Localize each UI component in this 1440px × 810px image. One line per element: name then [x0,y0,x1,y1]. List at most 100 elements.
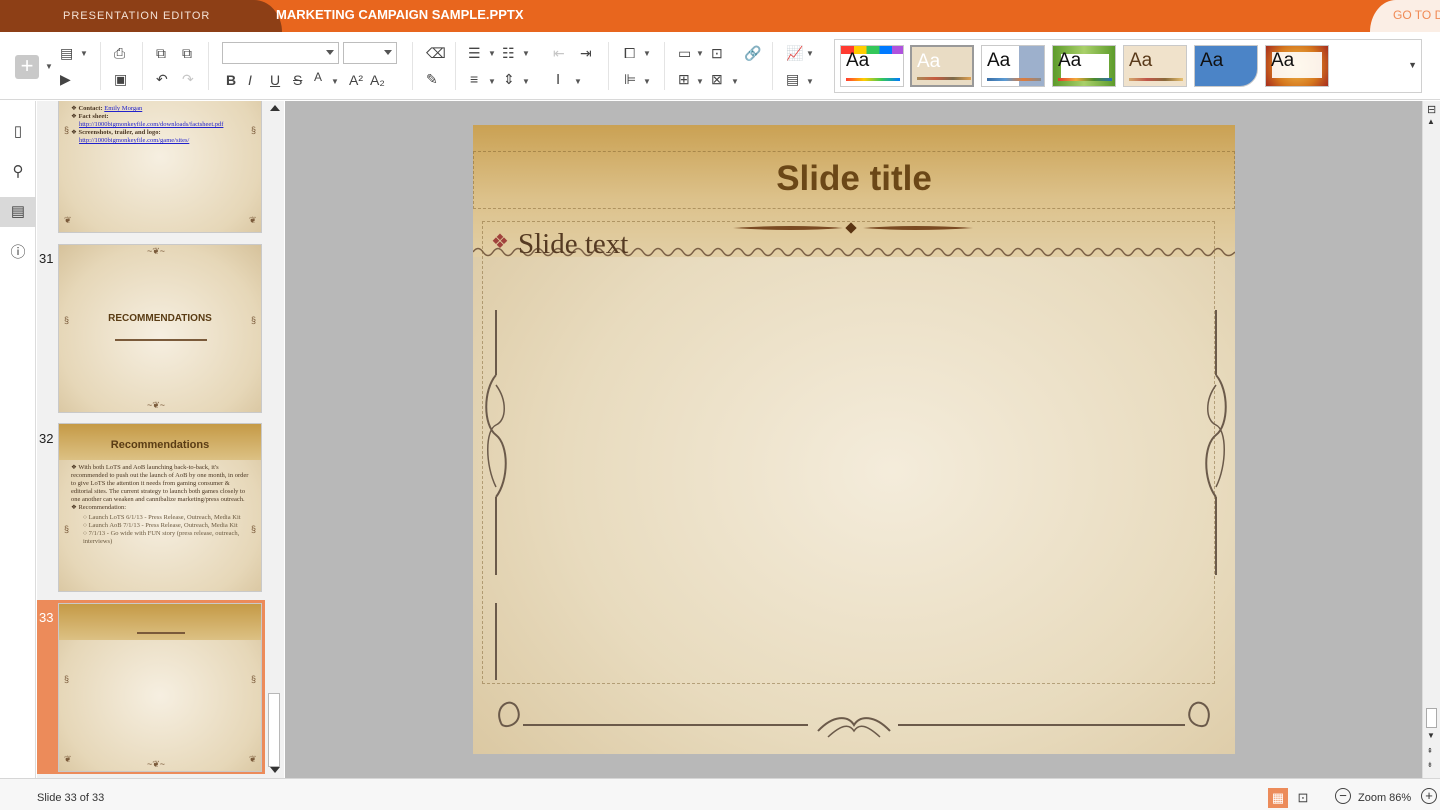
screens-label: Screenshots, trailer, and logo: [78,129,161,136]
go-to-documents-label[interactable]: GO TO DOCUMENTS [1393,8,1440,22]
thumbnail-title: Recommendations [110,439,210,451]
paste-icon[interactable]: ⧉ [182,45,192,61]
text-box-icon[interactable]: ⊡ [711,45,723,61]
theme-autumn[interactable]: Aa [1265,45,1329,87]
title-divider [137,632,185,634]
theme-pixel[interactable]: Aa [910,45,974,87]
scroll-thumb[interactable] [1426,708,1437,728]
theme-blank[interactable]: Aa [840,45,904,87]
toolbar: + ▼ ▤ ▼ ▶ ⎙ ▣ ⧉ ⧉ ↶ ↷ B I U S A ▼ A² A₂ … [0,32,1440,100]
shape-icon[interactable]: ⧠ [624,45,635,61]
line-spacing-icon[interactable]: Ⅰ [556,71,560,87]
fit-slide-icon[interactable]: ▦ [1268,788,1288,808]
select-layout-icon[interactable]: ▤ [60,45,73,61]
underline-icon[interactable]: U [270,72,280,88]
subscript-icon[interactable]: A₂ [370,72,385,88]
table-caret[interactable]: ▼ [696,77,704,86]
slide-thumbnail[interactable]: ❖ Contact: Emily Morgan ❖ Fact sheet: ht… [58,101,262,233]
zoom-out-icon[interactable]: − [1335,788,1351,804]
slide-canvas[interactable]: Slide title ❖ Slide text [473,125,1235,754]
slideshow-icon[interactable]: ▶ [60,71,71,87]
previous-slide-icon[interactable]: ⇞ [1427,747,1433,755]
gallery-more-icon[interactable]: ▼ [1408,60,1417,70]
file-icon[interactable]: ▯ [0,117,36,147]
chart-caret[interactable]: ▼ [806,49,814,58]
ruler-toggle-icon[interactable]: ⊟ [1427,103,1436,116]
superscript-icon[interactable]: A² [349,72,363,88]
font-size-select[interactable] [343,42,397,64]
table-icon[interactable]: ⊞ [678,71,690,87]
theme-blue-wave[interactable]: Aa [1194,45,1258,87]
decrease-indent-icon[interactable]: ⇤ [553,45,565,61]
save-icon[interactable]: ▣ [114,71,127,87]
app-name: PRESENTATION EDITOR [63,10,211,22]
scroll-down-icon[interactable] [270,767,280,773]
clear-style-icon[interactable]: ⌫ [426,45,446,61]
valign-caret[interactable]: ▼ [522,77,530,86]
align-caret[interactable]: ▼ [488,77,496,86]
theme-color-bar [1058,78,1112,81]
thumbnail-body: ❖ With both LoTS and AoB launching back-… [71,464,249,545]
zoom-in-icon[interactable]: + [1421,788,1437,804]
text-highlight-icon[interactable]: A [314,69,322,85]
ornament-icon: § [64,315,70,325]
theme-classic[interactable]: Aa [981,45,1045,87]
hyperlink-icon[interactable]: 🔗 [744,45,761,61]
chart-icon[interactable]: 📈 [786,45,803,61]
print-icon[interactable]: ⎙ [114,45,125,61]
scroll-down-icon[interactable]: ▼ [1427,731,1435,740]
bold-icon[interactable]: B [226,72,236,88]
fit-width-icon[interactable]: ⊡ [1293,788,1313,808]
slides-icon[interactable]: ▤ [0,197,36,227]
vertical-align-icon[interactable]: ⇕ [503,71,515,87]
factsheet-label: Fact sheet: [78,113,109,120]
strikethrough-icon[interactable]: S [293,72,302,88]
image-caret[interactable]: ▼ [731,77,739,86]
slide-thumbnail[interactable]: ~❦~ RECOMMENDATIONS § § ~❦~ [58,244,262,413]
editor-scrollbar[interactable]: ⊟ ▲ ▼ ⇞ ⇟ [1422,101,1440,778]
slide-size-icon[interactable]: ▤ [786,71,799,87]
theme-color-bar [846,78,900,81]
ornament-icon: ❦ [249,754,257,764]
zoom-level: Zoom 86% [1358,792,1412,804]
thumbnail-number: 31 [39,251,54,266]
copy-icon[interactable]: ⧉ [156,45,166,61]
font-name-select[interactable] [222,42,339,64]
numbering-icon[interactable]: ☷ [502,45,515,61]
add-slide-caret[interactable]: ▼ [45,62,53,71]
arrange-icon[interactable]: ⊫ [624,71,636,87]
redo-icon[interactable]: ↷ [182,71,194,87]
highlight-caret[interactable]: ▼ [331,77,339,86]
increase-indent-icon[interactable]: ⇥ [580,45,592,61]
slide-size-caret[interactable]: ▼ [806,77,814,86]
search-icon[interactable]: ⚲ [0,157,36,187]
ornament-icon: ~❦~ [147,400,166,410]
theme-green-leaf[interactable]: Aa [1052,45,1116,87]
scroll-thumb[interactable] [268,693,280,767]
insert-shape-caret[interactable]: ▼ [696,49,704,58]
layout-caret[interactable]: ▼ [80,49,88,58]
image-icon[interactable]: ⊠ [711,71,723,87]
scroll-up-icon[interactable] [270,105,280,111]
insert-shape-icon[interactable]: ▭ [678,45,691,61]
add-slide-button[interactable]: + [15,55,39,79]
spacing-caret[interactable]: ▼ [574,77,582,86]
thumbnails-scrollbar[interactable] [265,101,284,778]
slide-thumbnail-selected[interactable]: § § ❦ ~❦~ ❦ [58,603,262,772]
arrange-caret[interactable]: ▼ [643,77,651,86]
bullets-icon[interactable]: ☰ [468,45,481,61]
undo-icon[interactable]: ↶ [156,71,168,87]
numbering-caret[interactable]: ▼ [522,49,530,58]
align-left-icon[interactable]: ≡ [470,71,478,87]
italic-icon[interactable]: I [248,72,252,88]
contact-link: Emily Morgan [104,105,143,112]
bullets-caret[interactable]: ▼ [488,49,496,58]
slide-thumbnail[interactable]: Recommendations ❖ With both LoTS and AoB… [58,423,262,592]
theme-color-bar [1129,78,1183,81]
copy-style-icon[interactable]: ✎ [426,71,438,87]
scroll-up-icon[interactable]: ▲ [1427,117,1435,126]
next-slide-icon[interactable]: ⇟ [1427,761,1433,769]
theme-lines[interactable]: Aa [1123,45,1187,87]
info-icon[interactable]: ⓘ [0,238,36,268]
shape-caret[interactable]: ▼ [643,49,651,58]
